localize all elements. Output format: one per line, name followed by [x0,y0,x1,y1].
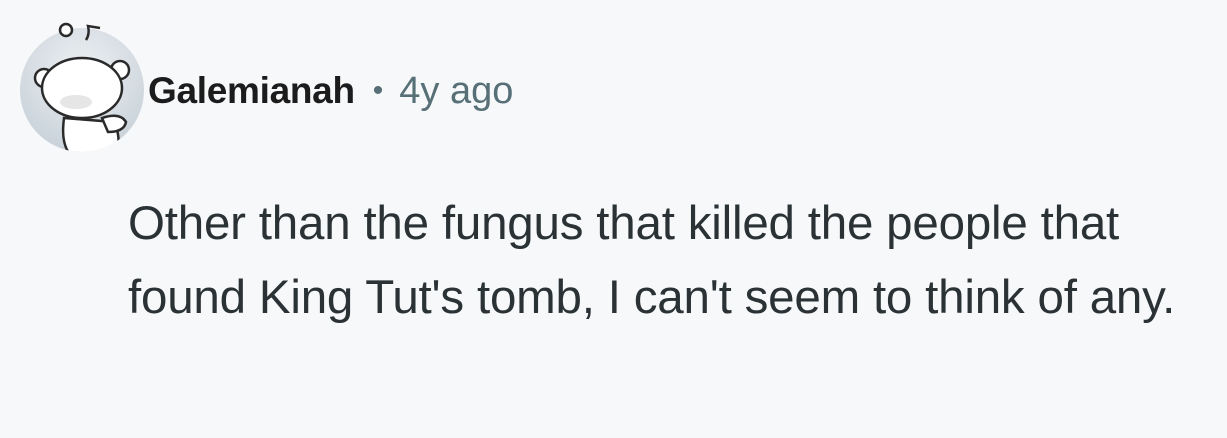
meta-separator: • [372,74,384,107]
comment-timestamp[interactable]: 4y ago [399,70,513,113]
author-username[interactable]: Galemianah [148,70,355,112]
snoo-avatar-icon [20,22,144,152]
comment-header: Galemianah • 4y ago [148,66,513,116]
comment: Galemianah • 4y ago Other than the fungu… [0,0,1227,438]
comment-body: Other than the fungus that killed the pe… [128,197,1176,324]
user-avatar[interactable] [16,18,146,153]
